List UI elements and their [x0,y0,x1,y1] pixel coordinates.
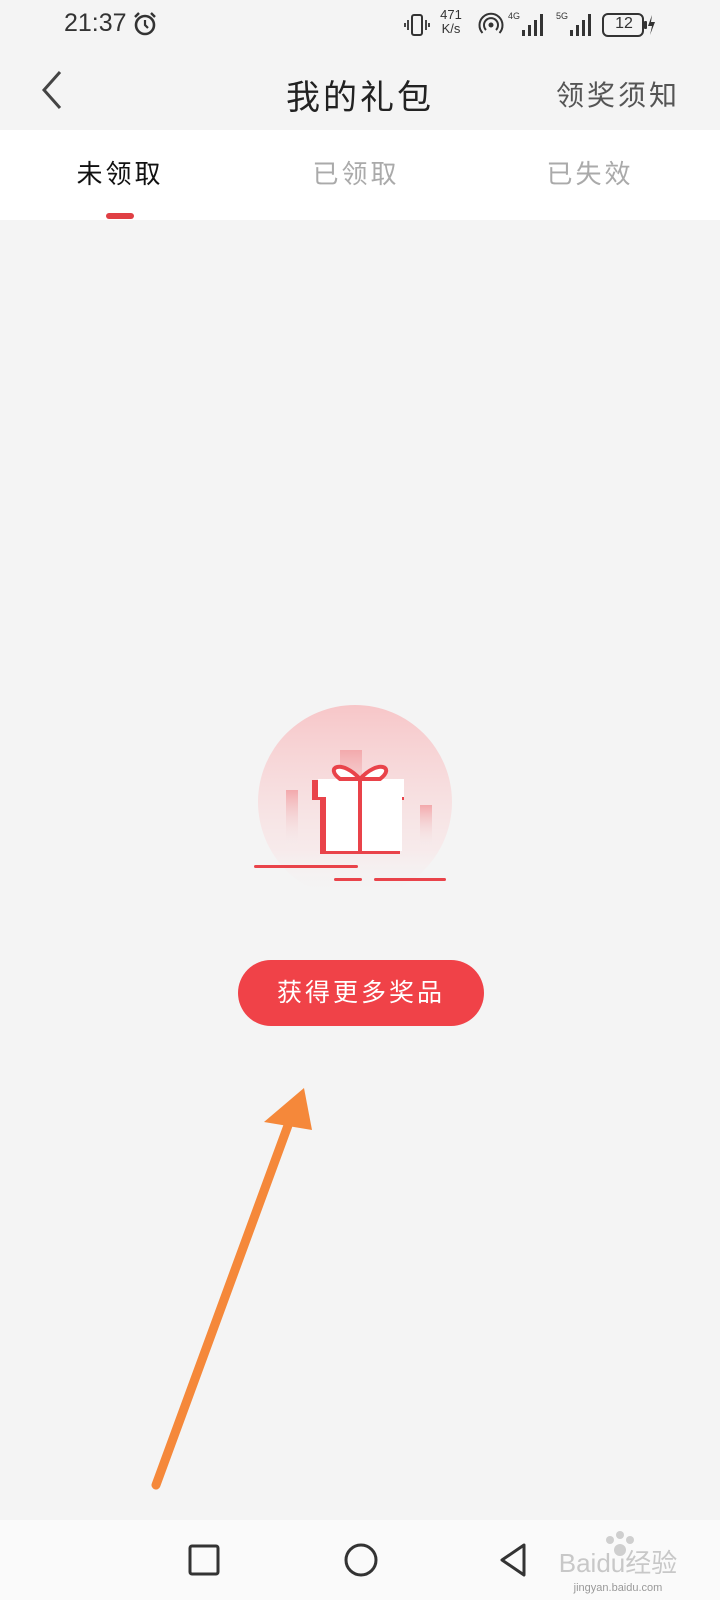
network-speed-unit: K/s [441,21,461,36]
status-bar: 21:37 471 K/s 4G 5G 12 [0,0,720,50]
network-speed-value: 471 [440,7,462,22]
tab-bar: 未领取 已领取 已失效 [0,130,720,220]
tab-unclaimed[interactable]: 未领取 [0,130,240,220]
header: 我的礼包 领奖须知 [0,50,720,130]
tab-expired[interactable]: 已失效 [470,130,710,220]
watermark-url: jingyan.baidu.com [573,1582,663,1594]
baidu-watermark-logo: Baidu经验 [559,1531,678,1578]
active-tab-indicator [106,213,134,219]
battery-level: 12 [615,15,633,32]
vibrate-icon [404,14,430,36]
navigation-bar: Baidu经验 jingyan.baidu.com [0,1520,720,1600]
signal1-label: 4G [508,11,520,21]
circle-icon[interactable] [341,1540,381,1580]
award-rules-link[interactable]: 领奖须知 [556,74,680,114]
network-speed: 471 K/s [436,8,466,36]
get-more-prizes-button[interactable]: 获得更多奖品 [238,960,484,1026]
triangle-back-icon[interactable] [494,1540,534,1580]
gift-icon [254,705,452,895]
square-icon[interactable] [186,1542,222,1578]
alarm-icon [134,12,156,36]
status-time: 21:37 [64,9,127,37]
signal2-label: 5G [556,11,568,21]
svg-text:Baidu经验: Baidu经验 [559,1548,678,1578]
annotation-arrow-icon [151,1088,312,1490]
signal-icon: 4G [508,11,543,36]
hotspot-icon [478,12,504,34]
tab-claimed[interactable]: 已领取 [236,130,476,220]
signal-icon: 5G [556,11,591,36]
